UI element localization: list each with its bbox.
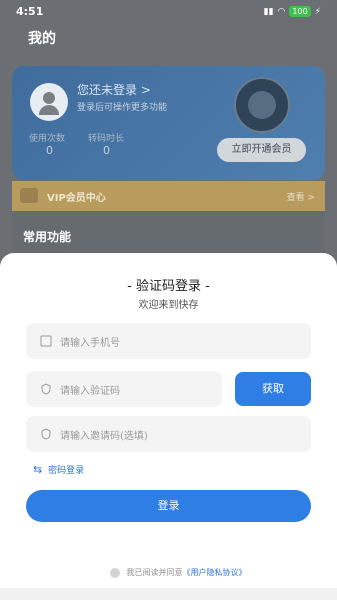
swap-icon: ⇆ [33,463,43,476]
vip-center-bar[interactable]: VIP会员中心 查看 > [12,181,325,211]
usage-label-count: 使用次数 [29,134,66,144]
modal-title: - 验证码登录 - [127,279,210,294]
open-vip-button[interactable]: 立即开通会员 [217,138,306,162]
code-placeholder: 请输入验证码 [60,386,120,397]
privacy-policy-link[interactable]: 《用户隐私协议》 [183,568,247,577]
status-bar: 4:51 ▮▮ ◠ 100 ⚡ [0,0,337,24]
agreement-text: 我已阅读并同意 [126,568,183,577]
shield-icon [41,383,51,395]
verification-code-field[interactable]: 请输入验证码 [26,371,222,407]
usage-label-duration: 转码时长 [88,134,125,144]
password-login-label: 密码登录 [48,466,85,476]
status-icons: ▮▮ ◠ 100 ⚡ [264,6,321,17]
user-icon[interactable] [30,83,68,121]
status-time: 4:51 [16,5,44,18]
usage-value-count: 0 [46,144,53,157]
phone-placeholder: 请输入手机号 [60,338,120,349]
login-modal: - 验证码登录 - 欢迎来到快存 请输入手机号 请输入验证码 获取 请输入邀请码… [0,253,337,600]
page-title: 我的 [28,31,56,47]
shield-icon [41,428,51,440]
signal-icon: ▮▮ [263,6,274,17]
vip-badge-icon [234,77,290,133]
agreement-row: 我已阅读并同意《用户隐私协议》 [110,567,247,578]
password-login-link[interactable]: ⇆ 密码登录 [33,463,84,476]
home-indicator [0,588,337,600]
checkbox-icon[interactable] [110,567,120,578]
phone-icon [40,335,52,347]
usage-value-duration: 0 [103,144,110,157]
section-title: 常用功能 [23,230,72,244]
vip-more-link[interactable]: 查看 > [287,190,315,203]
invite-code-field[interactable]: 请输入邀请码(选填) [26,416,311,452]
member-card: 您还未登录 > 登录后可操作更多功能 使用次数 0 转码时长 0 立即开通会员 [12,66,325,180]
login-subtitle: 登录后可操作更多功能 [77,103,168,113]
wifi-icon: ◠ [277,6,286,17]
vip-center-label: VIP会员中心 [47,193,106,204]
get-code-button[interactable]: 获取 [235,372,311,406]
battery-icon: 100 [289,6,311,17]
phone-field[interactable]: 请输入手机号 [26,323,311,359]
vip-crown-icon [20,188,38,203]
invite-placeholder: 请输入邀请码(选填) [60,431,148,442]
login-button[interactable]: 登录 [26,490,311,522]
modal-subtitle: 欢迎来到快存 [138,300,199,311]
login-prompt[interactable]: 您还未登录 > [77,81,151,98]
vip-badge-inner [248,91,276,119]
charging-icon: ⚡ [314,6,321,17]
